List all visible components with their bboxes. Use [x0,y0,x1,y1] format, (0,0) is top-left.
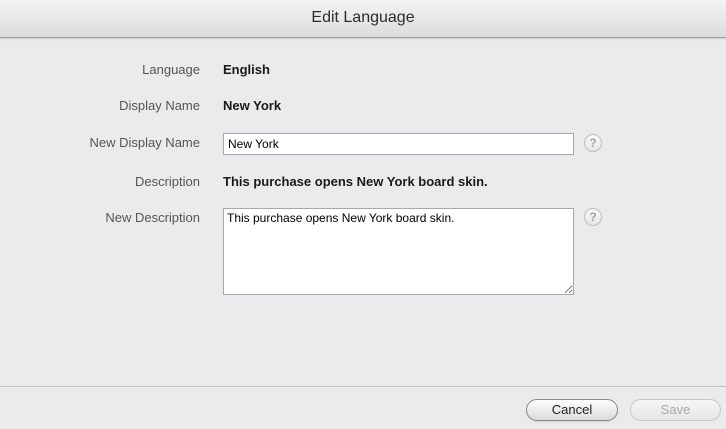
display-name-label: Display Name [119,98,200,113]
display-name-value: New York [223,98,282,113]
description-label: Description [134,174,200,189]
footer-divider [0,386,726,387]
new-description-label: New Description [105,210,200,225]
save-button[interactable]: Save [630,399,721,421]
description-value: This purchase opens New York board skin. [223,174,488,189]
language-value: English [223,62,270,77]
new-description-help-icon[interactable]: ? [584,208,602,226]
new-display-name-help-icon[interactable]: ? [584,134,602,152]
new-description-textarea[interactable]: This purchase opens New York board skin. [223,208,574,295]
new-display-name-label: New Display Name [89,135,200,150]
language-label: Language [142,62,200,77]
new-display-name-input[interactable] [223,133,574,155]
dialog-title: Edit Language [0,0,726,38]
cancel-button[interactable]: Cancel [526,399,618,421]
